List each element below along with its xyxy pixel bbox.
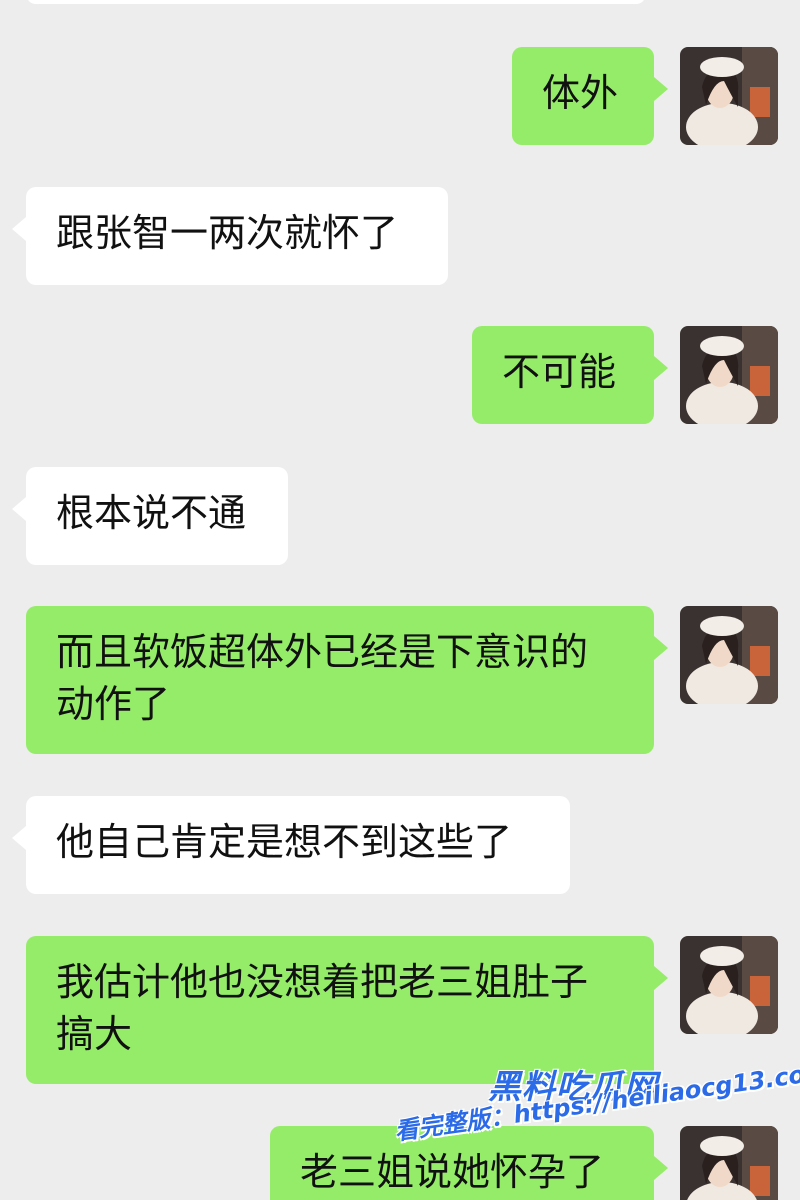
user-avatar-icon [680, 47, 778, 145]
message-text: 老三姐说她怀孕了 [300, 1150, 605, 1194]
message-bubble-incoming[interactable]: 根本说不通 [12, 467, 288, 565]
message-bubble-outgoing[interactable]: 我估计他也没想着把老三姐肚子搞大 [26, 936, 668, 1084]
avatar[interactable] [680, 1126, 778, 1200]
user-avatar-icon [680, 326, 778, 424]
user-avatar-icon [680, 1126, 778, 1200]
avatar[interactable] [680, 936, 778, 1034]
message-text: 体外 [542, 71, 619, 115]
message-text: 我估计他也没想着把老三姐肚子搞大 [56, 960, 589, 1056]
message-bubble-outgoing[interactable]: 不可能 [472, 326, 668, 424]
user-avatar-icon [680, 936, 778, 1034]
avatar[interactable] [680, 326, 778, 424]
message-bubble-incoming[interactable]: 他自己肯定是想不到这些了 [12, 796, 570, 894]
message-text: 根本说不通 [56, 491, 247, 535]
avatar[interactable] [680, 606, 778, 704]
message-text: 他自己肯定是想不到这些了 [56, 820, 513, 864]
avatar[interactable] [680, 47, 778, 145]
previous-message-cutoff [0, 0, 800, 20]
message-bubble-incoming [26, 0, 646, 4]
message-bubble-incoming[interactable]: 跟张智一两次就怀了 [12, 187, 448, 285]
message-text: 跟张智一两次就怀了 [56, 211, 399, 255]
user-avatar-icon [680, 606, 778, 704]
message-text: 不可能 [502, 350, 617, 394]
message-bubble-outgoing[interactable]: 体外 [512, 47, 668, 145]
message-bubble-outgoing[interactable]: 而且软饭超体外已经是下意识的动作了 [26, 606, 668, 754]
message-text: 而且软饭超体外已经是下意识的动作了 [56, 630, 589, 726]
chat-thread[interactable]: 体外 跟张智一两次就怀了 不可能 根本说不通 而且软饭超体外已经是下意识的动作了… [0, 0, 800, 1200]
message-bubble-outgoing[interactable]: 老三姐说她怀孕了 [270, 1126, 668, 1200]
